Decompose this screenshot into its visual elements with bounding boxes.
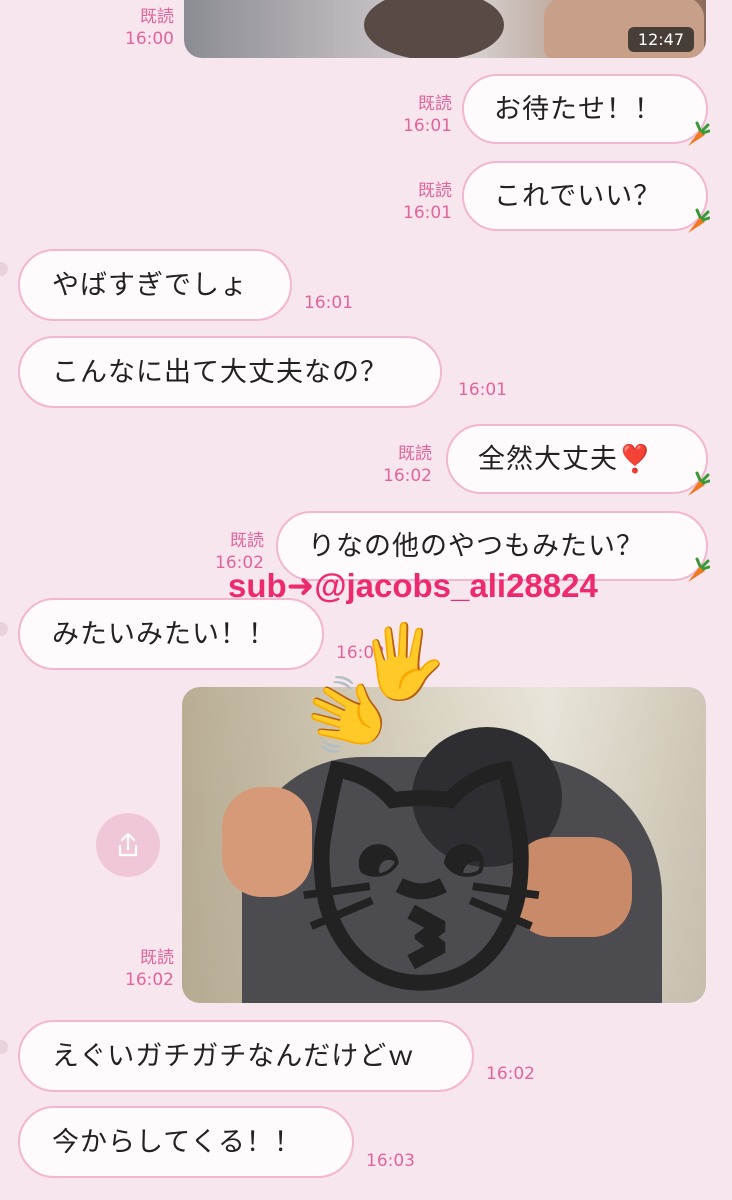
message-meta: 16:01 [458,379,507,401]
video-scene-shape [364,0,504,58]
carrot-icon [688,471,710,496]
carrot-icon [688,121,710,146]
timestamp: 16:01 [403,203,452,223]
overlay-handle-text: sub➜@jacobs_ali28824 [228,567,598,604]
read-receipt: 既読 [140,7,174,27]
message-bubble-received[interactable]: やばすぎでしょ [18,249,292,321]
video-duration: 12:47 [627,27,694,52]
message-meta: 16:02 [486,1063,535,1085]
message-bubble-received[interactable]: みたいみたい！！ [18,598,324,670]
message-bubble-received[interactable]: えぐいガチガチなんだけどｗ [18,1020,474,1092]
message-text: 今からしてくる！！ [52,1126,302,1158]
timestamp: 16:01 [458,380,507,400]
video-thumbnail[interactable]: 12:47 [184,0,706,58]
avatar [0,622,8,636]
message-bubble-sent[interactable]: お待たせ！！ [462,74,708,144]
message-bubble-received[interactable]: 今からしてくる！！ [18,1106,354,1178]
timestamp: 16:02 [486,1064,535,1084]
timestamp: 16:01 [304,293,353,313]
read-receipt: 既読 [418,94,452,114]
timestamp: 16:03 [366,1151,415,1171]
timestamp: 16:02 [125,970,174,990]
photo-meta: 既読 16:02 [112,947,174,991]
read-receipt: 既読 [140,948,174,968]
carrot-icon [688,208,710,233]
message-text: お待たせ！！ [494,93,662,125]
message-text: みたいみたい！！ [52,618,276,650]
read-receipt: 既読 [418,181,452,201]
video-meta: 既読 16:00 [112,6,174,50]
message-bubble-sent[interactable]: 全然大丈夫❣️ [446,424,708,494]
read-receipt: 既読 [230,531,264,551]
message-text: えぐいガチガチなんだけどｗ [52,1040,416,1072]
kissing-cat-emoji: 😽 [296,750,547,1030]
message-meta: 16:01 [304,292,353,314]
message-meta: 既読 16:01 [398,180,452,224]
message-bubble-received[interactable]: こんなに出て大丈夫なの？ [18,336,442,408]
message-text: これでいい？ [494,180,662,212]
message-meta: 16:03 [366,1150,415,1172]
message-text: りなの他のやつもみたい？ [308,530,644,562]
avatar [0,1040,8,1054]
message-text: やばすぎでしょ [52,269,248,301]
carrot-icon [688,557,710,582]
share-icon [118,832,138,857]
timestamp: 16:01 [403,116,452,136]
message-meta: 既読 16:01 [398,93,452,137]
message-text: 全然大丈夫❣️ [478,443,653,475]
message-bubble-sent[interactable]: これでいい？ [462,161,708,231]
timestamp: 16:00 [125,29,174,49]
read-receipt: 既読 [398,444,432,464]
timestamp: 16:02 [383,466,432,486]
message-text: こんなに出て大丈夫なの？ [52,356,388,388]
avatar [0,262,8,276]
share-button[interactable] [96,813,160,877]
message-meta: 既読 16:02 [378,443,432,487]
